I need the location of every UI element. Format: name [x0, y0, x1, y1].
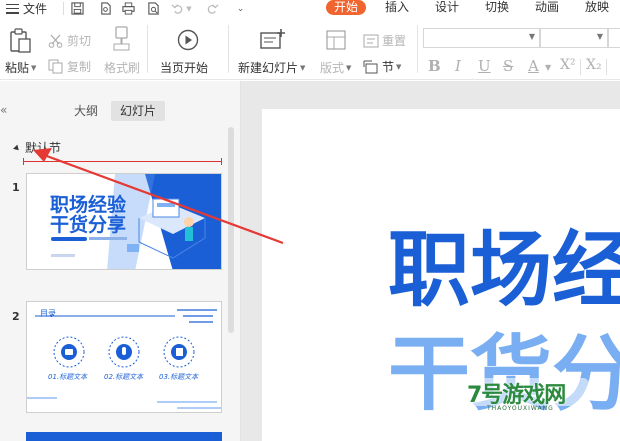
file-menu[interactable]: 文件	[6, 0, 47, 17]
new-slide-label: 新建幻灯片	[238, 61, 299, 75]
print-preview-icon[interactable]	[146, 1, 161, 16]
layout-label: 版式	[320, 61, 345, 75]
scissors-icon	[48, 34, 63, 48]
section-header[interactable]: 默认节	[13, 139, 62, 156]
chevron-down-icon: ▼	[300, 63, 306, 72]
font-family-select[interactable]: ▼	[423, 28, 540, 48]
watermark-sub: THAOYOUXIWANG	[487, 405, 554, 412]
undo-dropdown-icon[interactable]: ▼	[185, 1, 193, 16]
tab-slides[interactable]: 幻灯片	[111, 101, 166, 121]
tab-design[interactable]: 设计	[435, 0, 459, 16]
font-color-dropdown-icon[interactable]: ▼	[545, 63, 551, 72]
slide-thumbnail-3[interactable]	[26, 432, 222, 441]
font-color-button[interactable]: A	[528, 57, 539, 75]
section-button[interactable]: 节 ▼	[363, 58, 401, 75]
menu-bar: 文件 ▼ ⌄ 开始 插入 设计 切换 动画 放映	[0, 0, 620, 17]
section-name: 默认节	[25, 141, 62, 155]
bold-button[interactable]: B	[428, 57, 441, 75]
export-pdf-icon[interactable]	[98, 1, 113, 16]
reset-icon	[363, 34, 379, 47]
cut-button[interactable]: 剪切	[48, 32, 91, 49]
paste-icon[interactable]	[9, 28, 33, 54]
subscript-button[interactable]: X₂	[586, 57, 602, 73]
scrollbar[interactable]	[228, 127, 234, 333]
tab-outline[interactable]: 大纲	[74, 101, 98, 121]
format-painter-label: 格式刷	[104, 61, 141, 75]
slide-panel: « 大纲 幻灯片 默认节 1 职场经验 干货分享 2 目录 01.标题文本 02…	[0, 81, 241, 441]
underline-button[interactable]: U	[478, 57, 491, 75]
play-from-current-label: 当页开始	[160, 61, 209, 75]
wps-presentation-window: 文件 ▼ ⌄ 开始 插入 设计 切换 动画 放映 粘贴 ▼ 剪切 复制 格式刷 …	[0, 0, 620, 441]
tab-animation[interactable]: 动画	[535, 0, 559, 16]
collapse-triangle-icon[interactable]	[13, 144, 21, 152]
watermark-logo: 7号游戏网 THAOYOUXIWANG	[463, 376, 591, 416]
divider	[580, 59, 581, 75]
new-slide-icon[interactable]	[260, 28, 286, 50]
slide-2-decoration	[27, 309, 221, 409]
slide-thumbnail-1[interactable]: 职场经验 干货分享	[26, 173, 222, 270]
undo-icon[interactable]	[170, 1, 185, 16]
copy-button[interactable]: 复制	[48, 58, 91, 75]
slide-2-item-2: 02.标题文本	[104, 373, 144, 381]
customize-icon[interactable]: ⌄	[233, 1, 248, 16]
tab-slideshow[interactable]: 放映	[585, 0, 609, 16]
slide-number: 1	[12, 181, 20, 194]
hamburger-icon	[6, 3, 19, 14]
paste-button[interactable]: 粘贴 ▼	[5, 59, 36, 76]
divider	[417, 25, 418, 73]
print-icon[interactable]	[121, 1, 136, 16]
tab-home[interactable]: 开始	[326, 0, 367, 15]
slide-thumbnail-2[interactable]: 目录 01.标题文本 02.标题文本 03.标题文本	[26, 301, 222, 413]
tab-transitions[interactable]: 切换	[485, 0, 509, 16]
cut-label: 剪切	[67, 34, 92, 48]
divider	[228, 25, 229, 73]
divider	[606, 59, 607, 75]
copy-icon	[48, 59, 63, 74]
chevron-down-icon: ▼	[596, 32, 603, 41]
insertion-marker	[23, 158, 222, 165]
section-icon	[363, 60, 378, 73]
ribbon-toolbar: 粘贴 ▼ 剪切 复制 格式刷 当页开始 新建幻灯片 ▼ 版式 ▼ 重置 节 ▼ …	[0, 17, 620, 80]
slide-2-heading: 目录	[40, 309, 56, 318]
paste-label: 粘贴	[5, 61, 30, 75]
reset-label: 重置	[382, 34, 407, 48]
canvas-title-line1: 职场经	[388, 223, 620, 318]
tab-insert[interactable]: 插入	[385, 0, 409, 16]
divider	[147, 25, 148, 73]
chevron-down-icon: ▼	[346, 63, 352, 72]
slide-2-item-1: 01.标题文本	[48, 373, 88, 381]
font-size-select[interactable]: ▼	[540, 28, 608, 48]
layout-icon[interactable]	[326, 30, 346, 50]
slide-2-item-3: 03.标题文本	[159, 373, 199, 381]
section-label: 节	[382, 60, 395, 74]
reset-button[interactable]: 重置	[363, 32, 406, 49]
format-painter-icon[interactable]	[112, 26, 132, 52]
slide-number: 2	[12, 310, 20, 323]
format-painter-button[interactable]: 格式刷	[104, 59, 140, 76]
copy-label: 复制	[67, 60, 92, 74]
redo-icon[interactable]	[205, 1, 220, 16]
play-icon[interactable]	[177, 29, 199, 51]
chevron-down-icon: ▼	[31, 63, 37, 72]
divider	[63, 2, 64, 15]
increase-font-button[interactable]	[608, 28, 620, 48]
collapse-panel-icon[interactable]: «	[0, 103, 7, 117]
italic-button[interactable]: I	[455, 57, 461, 75]
save-icon[interactable]	[70, 1, 85, 16]
chevron-down-icon: ▼	[528, 32, 535, 41]
slide-1-title-line2: 干货分享	[50, 214, 127, 236]
strikethrough-button[interactable]: S	[503, 57, 513, 75]
layout-button[interactable]: 版式 ▼	[320, 59, 351, 76]
superscript-button[interactable]: X²	[560, 57, 576, 73]
play-from-current-button[interactable]: 当页开始	[160, 59, 208, 76]
new-slide-button[interactable]: 新建幻灯片 ▼	[238, 59, 305, 76]
file-menu-label: 文件	[23, 2, 48, 16]
slide-1-title-line1: 职场经验	[50, 194, 127, 216]
chevron-down-icon: ▼	[396, 62, 402, 71]
